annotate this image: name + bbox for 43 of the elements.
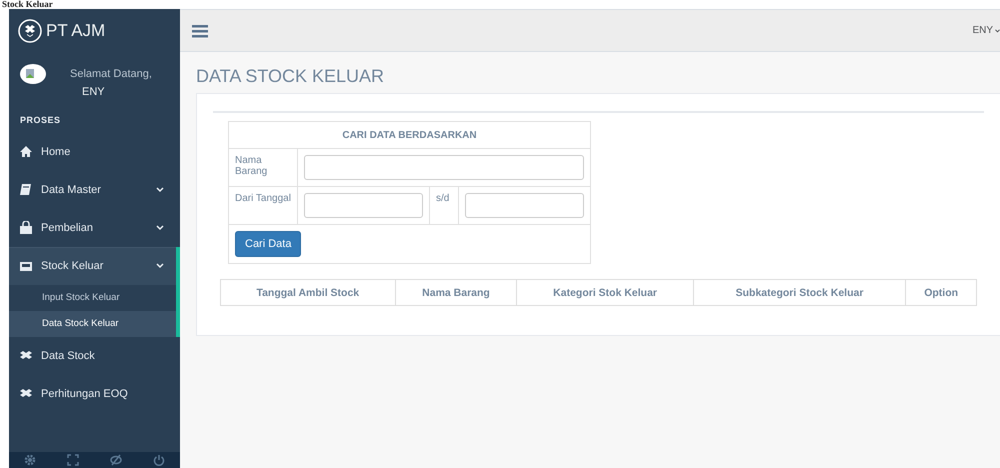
power-icon[interactable] [152,454,165,466]
chevron-icon [156,187,164,193]
column-header: Nama Barang [395,280,517,306]
search-button[interactable]: Cari Data [235,231,302,257]
user-name: ENY [81,86,106,98]
submenu-item[interactable]: Input Stock Keluar [9,285,176,311]
form-heading: CARI DATA BERDASARKAN [228,122,590,148]
menu-item[interactable]: Pembelian [9,209,176,247]
settings-icon[interactable] [24,454,36,466]
inbox-icon [19,259,33,273]
user-menu[interactable]: ENY [972,25,1000,36]
logo-icon [18,18,42,42]
end-date-field[interactable] [465,193,584,218]
section-label: PROSES [19,114,62,127]
menu-item[interactable]: Stock Keluar [9,247,176,285]
shopping-bag-icon [19,221,33,235]
page-title: DATA STOCK KELUAR [196,66,386,87]
column-header: Kategori Stok Keluar [516,280,694,306]
column-header: Subkategori Stock Keluar [693,280,906,306]
field-label: Dari Tanggal [235,193,291,204]
submenu-item[interactable]: Data Stock Keluar [9,311,176,337]
name-field[interactable] [304,155,584,180]
start-date-field[interactable] [304,193,423,218]
field-label: Nama Barang [235,155,268,177]
column-header: Option [906,280,976,306]
menu-item[interactable]: Data Master [9,171,176,209]
home-icon [19,145,33,159]
page-heading: Stock Keluar [2,0,53,9]
brand-name: PT AJM [46,20,106,40]
eye-slash-icon[interactable] [110,454,122,466]
chevron-icon [156,225,164,231]
avatar-icon [20,64,46,84]
menu-item[interactable]: Data Stock [9,337,176,375]
chevron-icon [156,263,164,269]
field-label: s/d [436,193,450,204]
greeting-text: Selamat Datang, [70,68,152,80]
fullscreen-icon[interactable] [67,454,80,466]
menu-item[interactable]: Home [9,133,176,171]
menu-item[interactable]: Perhitungan EOQ [9,375,176,413]
menu-icon[interactable] [192,24,208,38]
column-header: Tanggal Ambil Stock [220,280,396,306]
caret-icon [995,28,1000,32]
book-icon [19,183,33,197]
